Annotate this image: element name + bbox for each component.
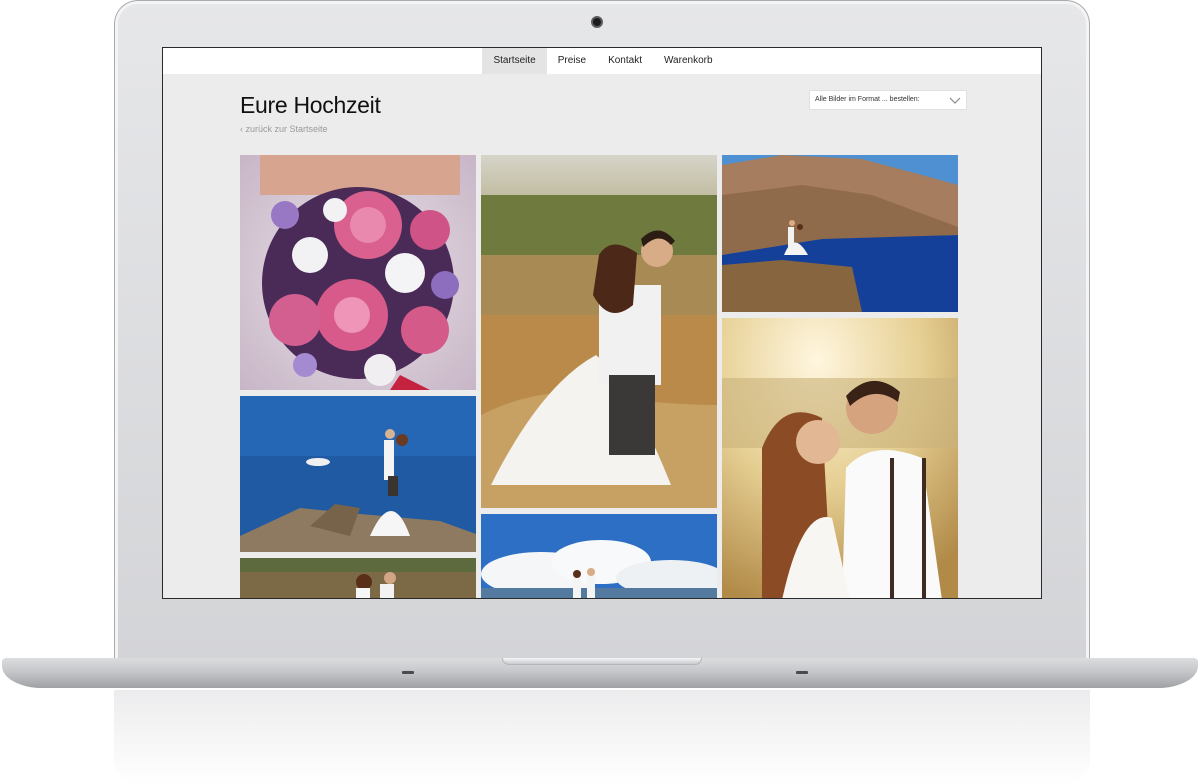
photo-bouquet[interactable] <box>240 155 476 390</box>
photo-couple-meadow[interactable] <box>240 558 476 598</box>
nav-kontakt[interactable]: Kontakt <box>597 48 653 74</box>
photo-couple-field[interactable] <box>481 155 717 508</box>
photo-couple-cliff[interactable] <box>722 155 958 312</box>
nav-startseite[interactable]: Startseite <box>482 48 547 74</box>
nav-warenkorb[interactable]: Warenkorb <box>653 48 724 74</box>
format-order-select[interactable]: Alle Bilder im Format ... bestellen: <box>809 90 967 110</box>
laptop-screen: Startseite Preise Kontakt Warenkorb Eure… <box>162 47 1042 599</box>
laptop-hinge-notch <box>502 658 702 665</box>
chevron-down-icon <box>949 97 961 104</box>
page-title: Eure Hochzeit <box>240 92 381 118</box>
laptop-foot-right <box>796 671 808 674</box>
back-to-home-link[interactable]: ‹ zurück zur Startseite <box>240 124 328 134</box>
format-select-label: Alle Bilder im Format ... bestellen: <box>815 96 920 103</box>
top-navigation: Startseite Preise Kontakt Warenkorb <box>163 48 1041 74</box>
photo-couple-clouds[interactable] <box>481 514 717 598</box>
photo-couple-kiss-sunset[interactable] <box>722 318 958 598</box>
laptop-foot-left <box>402 671 414 674</box>
webcam-icon <box>591 16 603 28</box>
photo-couple-rock-sea[interactable] <box>240 396 476 552</box>
nav-preise[interactable]: Preise <box>547 48 597 74</box>
laptop-reflection <box>114 690 1090 784</box>
